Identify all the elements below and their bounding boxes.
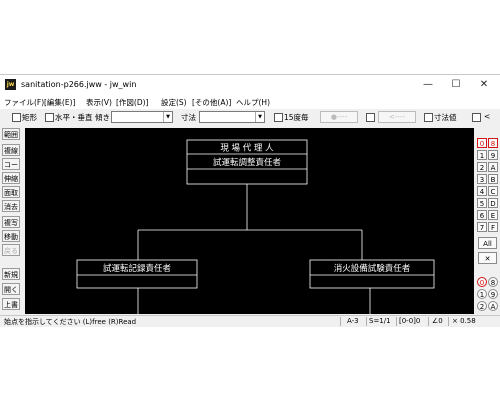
layer-group-e-button[interactable]: E xyxy=(488,210,498,220)
deg15-label: 15度毎 xyxy=(284,113,309,122)
layer-group-6-button[interactable]: 6 xyxy=(477,210,487,220)
app-icon: jw xyxy=(5,79,16,90)
rect-checkbox[interactable] xyxy=(12,113,21,122)
menu-bar: ファイル(F) [編集(E)] 表示(V) [作図(D)] 設定(S) [その他… xyxy=(0,95,500,109)
layer-group-9-button[interactable]: 9 xyxy=(488,150,498,160)
layer-group-7-button[interactable]: 7 xyxy=(477,222,487,232)
lt-label: < xyxy=(484,112,491,121)
tool-save-button[interactable]: 上書 xyxy=(2,298,20,310)
layer-group-d-button[interactable]: D xyxy=(488,198,498,208)
status-scale[interactable]: S=1/1 xyxy=(369,317,391,325)
arrow-left-button[interactable]: <---- xyxy=(378,111,416,123)
tool-copy-button[interactable]: 複写 xyxy=(2,216,20,228)
menu-file[interactable]: ファイル(F) xyxy=(4,97,44,108)
close-button[interactable]: ✕ xyxy=(470,77,498,93)
status-divider xyxy=(340,317,341,326)
layer-toolbar: 0 1 2 3 4 5 6 7 8 9 A B C D E F All ✕ 0 … xyxy=(476,128,500,314)
layer-group-b-button[interactable]: B xyxy=(488,174,498,184)
tool-open-button[interactable]: 開く xyxy=(2,283,20,295)
tool-new-button[interactable]: 新規 xyxy=(2,268,20,280)
dim-value-checkbox[interactable] xyxy=(424,113,433,122)
layer-a-button[interactable]: A xyxy=(488,301,498,311)
status-divider xyxy=(448,317,449,326)
status-zoom[interactable]: × 0.58 xyxy=(452,317,476,325)
status-divider xyxy=(396,317,397,326)
status-group[interactable]: [0-0]0 xyxy=(399,317,420,325)
drawing-svg: 現 場 代 理 人 試運転調整責任者 試運転記録責任者 消火設備試験責任者 xyxy=(76,139,435,314)
layer-0-button[interactable]: 0 xyxy=(477,277,487,287)
layer-1-button[interactable]: 1 xyxy=(477,289,487,299)
menu-help[interactable]: ヘルプ(H) xyxy=(236,97,270,108)
menu-other[interactable]: [その他(A)] xyxy=(192,97,231,108)
left-box-title: 試運転記録責任者 xyxy=(103,263,172,274)
drawing-canvas[interactable]: 現 場 代 理 人 試運転調整責任者 試運転記録責任者 消火設備試験責任者 xyxy=(25,128,474,314)
tool-range-button[interactable]: 範囲 xyxy=(2,128,20,140)
tool-undo-button[interactable]: 戻る xyxy=(2,244,20,256)
right-box-title: 消火設備試験責任者 xyxy=(334,263,411,274)
layer-group-2-button[interactable]: 2 xyxy=(477,162,487,172)
layer-group-5-button[interactable]: 5 xyxy=(477,198,487,208)
status-message: 始点を指示してください (L)free (R)Read xyxy=(4,318,137,326)
chevron-down-icon: ▼ xyxy=(163,112,172,122)
layer-9-button[interactable]: 9 xyxy=(488,289,498,299)
menu-view[interactable]: 表示(V) xyxy=(86,97,112,108)
deg15-checkbox[interactable] xyxy=(274,113,283,122)
lt-checkbox[interactable] xyxy=(472,113,481,122)
rect-label: 矩形 xyxy=(22,113,37,122)
toolbar: 矩形 水平・垂直 傾き ▼ 寸法 ▼ 15度毎 ●---- <---- 寸法値 … xyxy=(0,109,500,125)
layer-group-4-button[interactable]: 4 xyxy=(477,186,487,196)
layer-2-button[interactable]: 2 xyxy=(477,301,487,311)
hv-checkbox[interactable] xyxy=(45,113,54,122)
layer-group-8-button[interactable]: 8 xyxy=(488,138,498,148)
layer-8-button[interactable]: 8 xyxy=(488,277,498,287)
menu-edit[interactable]: [編集(E)] xyxy=(44,97,75,108)
left-toolbar: 範囲 複線 コーナー 伸縮 面取 消去 複写 移動 戻る 新規 開く 上書 xyxy=(0,128,22,314)
layer-group-3-button[interactable]: 3 xyxy=(477,174,487,184)
tool-chamfer-button[interactable]: 面取 xyxy=(2,186,20,198)
tool-erase-button[interactable]: 消去 xyxy=(2,200,20,212)
all-layers-button[interactable]: All xyxy=(478,237,497,249)
minimize-button[interactable]: — xyxy=(414,77,442,93)
menu-draw[interactable]: [作図(D)] xyxy=(116,97,148,108)
layer-group-f-button[interactable]: F xyxy=(488,222,498,232)
status-divider xyxy=(366,317,367,326)
slope-label: 傾き xyxy=(95,113,110,122)
tool-move-button[interactable]: 移動 xyxy=(2,230,20,242)
dim-value-label: 寸法値 xyxy=(434,113,457,122)
layer-group-c-button[interactable]: C xyxy=(488,186,498,196)
line-type-button[interactable]: ●---- xyxy=(320,111,358,123)
window-title: sanitation-p266.jww - jw_win xyxy=(21,80,137,89)
size-label: 寸法 xyxy=(181,113,196,122)
tool-offset-button[interactable]: 複線 xyxy=(2,144,20,156)
menu-settings[interactable]: 設定(S) xyxy=(161,97,187,108)
top-box-subtitle: 試運転調整責任者 xyxy=(213,157,282,168)
status-bar: 始点を指示してください (L)free (R)Read A-3 S=1/1 [0… xyxy=(0,315,500,327)
layer-group-a-button[interactable]: A xyxy=(488,162,498,172)
tool-stretch-button[interactable]: 伸縮 xyxy=(2,172,20,184)
hv-label: 水平・垂直 xyxy=(55,113,93,122)
arrow-checkbox[interactable] xyxy=(366,113,375,122)
layer-group-0-button[interactable]: 0 xyxy=(477,138,487,148)
chevron-down-icon: ▼ xyxy=(255,112,264,122)
maximize-button[interactable]: ☐ xyxy=(442,77,470,93)
app-window: jw sanitation-p266.jww - jw_win — ☐ ✕ ファ… xyxy=(0,74,500,327)
size-combo[interactable]: ▼ xyxy=(199,111,265,123)
cross-icon[interactable]: ✕ xyxy=(478,252,497,264)
layer-group-1-button[interactable]: 1 xyxy=(477,150,487,160)
title-bar: jw sanitation-p266.jww - jw_win — ☐ ✕ xyxy=(0,75,500,95)
status-angle[interactable]: ∠0 xyxy=(432,317,443,325)
top-box-title: 現 場 代 理 人 xyxy=(220,143,274,154)
status-divider xyxy=(428,317,429,326)
status-layer[interactable]: A-3 xyxy=(347,317,359,325)
tool-corner-button[interactable]: コーナー xyxy=(2,158,20,181)
slope-combo[interactable]: ▼ xyxy=(111,111,173,123)
